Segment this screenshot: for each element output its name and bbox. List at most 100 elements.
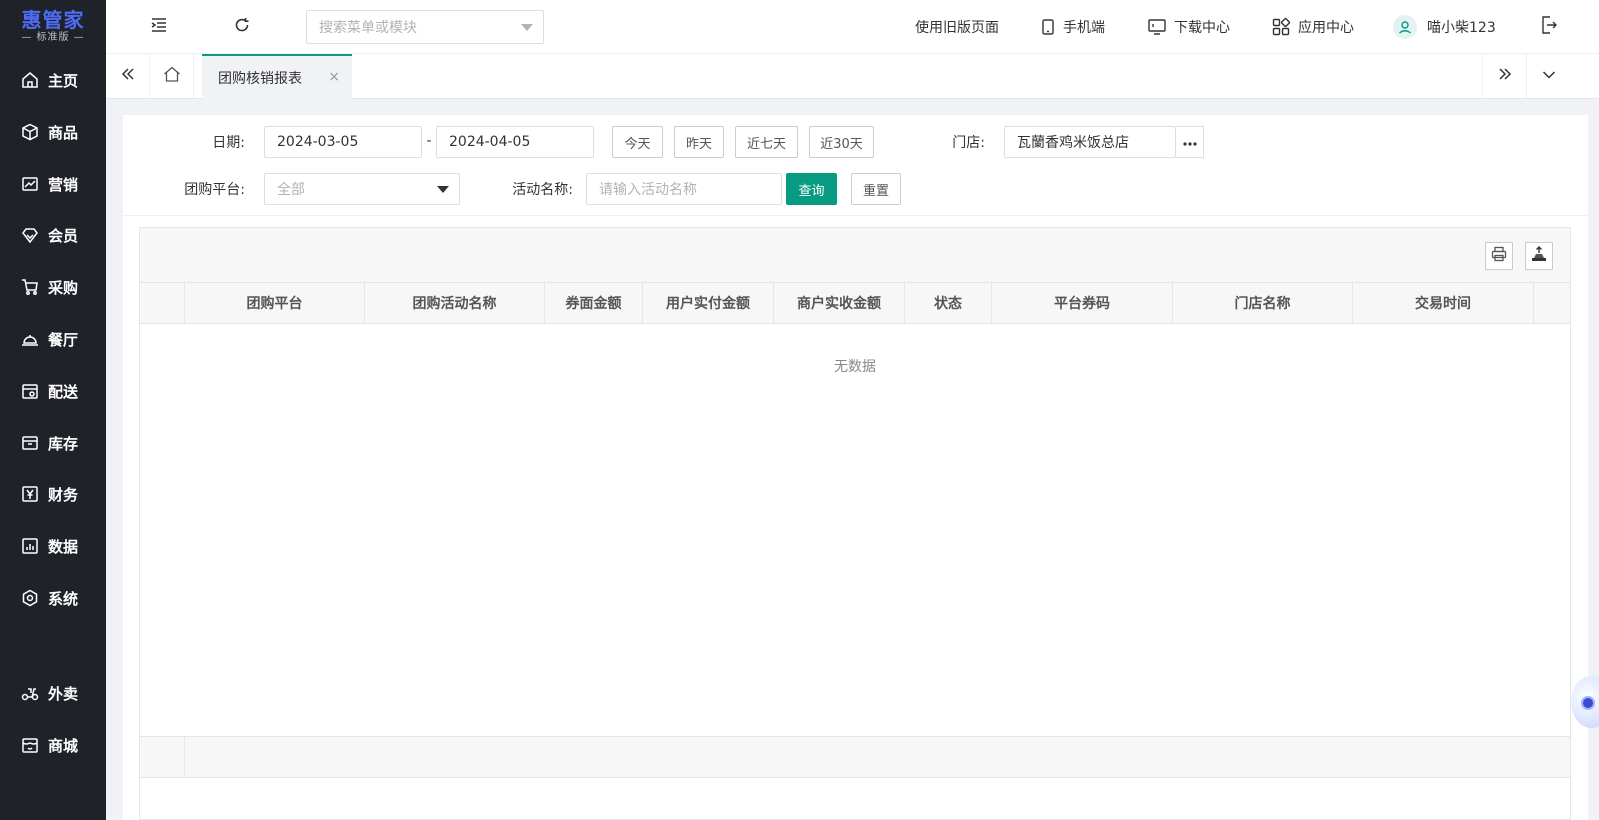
sidebar-item-mall[interactable]: 商城 bbox=[0, 725, 106, 765]
app-center-label: 应用中心 bbox=[1298, 20, 1354, 36]
app-center-link[interactable]: 应用中心 bbox=[1272, 0, 1354, 54]
query-button[interactable]: 查询 bbox=[786, 173, 837, 205]
platform-label: 团购平台: bbox=[184, 182, 245, 198]
sidebar-item-marketing[interactable]: 营销 bbox=[0, 164, 106, 204]
table-header: 团购平台 团购活动名称 券面金额 用户实付金额 商户实收金额 状态 平台券码 门… bbox=[140, 282, 1570, 324]
sidebar-item-inventory[interactable]: 库存 bbox=[0, 423, 106, 463]
logo-subtitle: — 标准版 — bbox=[21, 32, 85, 43]
yesterday-button[interactable]: 昨天 bbox=[674, 126, 724, 158]
mall-shop-icon bbox=[20, 735, 40, 755]
sidebar-item-label: 采购 bbox=[48, 278, 79, 297]
reset-button[interactable]: 重置 bbox=[851, 173, 901, 205]
column-header-face-value[interactable]: 券面金额 bbox=[545, 283, 643, 323]
today-button[interactable]: 今天 bbox=[612, 126, 663, 158]
trend-chart-icon bbox=[20, 174, 40, 194]
column-header-platform[interactable]: 团购平台 bbox=[185, 283, 365, 323]
data-bar-icon bbox=[20, 536, 40, 556]
export-button[interactable] bbox=[1525, 242, 1553, 270]
sidebar-item-data[interactable]: 数据 bbox=[0, 526, 106, 566]
sidebar-item-home[interactable]: 主页 bbox=[0, 60, 106, 100]
column-header-status[interactable]: 状态 bbox=[905, 283, 992, 323]
apps-grid-icon bbox=[1272, 18, 1290, 36]
table-footer bbox=[140, 736, 1570, 778]
user-menu[interactable]: 喵小柴123 bbox=[1393, 0, 1496, 54]
column-header-coupon-code[interactable]: 平台券码 bbox=[992, 283, 1173, 323]
sidebar-item-takeout[interactable]: 外卖 bbox=[0, 673, 106, 713]
close-tab-icon[interactable]: × bbox=[328, 69, 340, 85]
sidebar: 惠管家 — 标准版 — 主页 商品 营销 会员 采购 餐厅 配送 库存 财务 数… bbox=[0, 0, 106, 820]
table-header-checkbox-column bbox=[140, 283, 185, 323]
sidebar-item-purchase[interactable]: 采购 bbox=[0, 267, 106, 307]
sidebar-item-label: 会员 bbox=[48, 226, 79, 245]
tabs-scroll-right-button[interactable] bbox=[1482, 54, 1526, 98]
old-version-label: 使用旧版页面 bbox=[915, 20, 999, 36]
home-tab[interactable] bbox=[150, 54, 194, 98]
logo: 惠管家 — 标准版 — bbox=[0, 0, 106, 50]
app-root: 惠管家 — 标准版 — 主页 商品 营销 会员 采购 餐厅 配送 库存 财务 数… bbox=[0, 0, 1599, 820]
old-version-link[interactable]: 使用旧版页面 bbox=[915, 0, 999, 54]
refresh-button[interactable] bbox=[230, 15, 254, 39]
store-picker-button[interactable] bbox=[1176, 126, 1204, 158]
logout-button[interactable] bbox=[1537, 15, 1561, 39]
column-header-merchant-received[interactable]: 商户实收金额 bbox=[774, 283, 905, 323]
platform-select-value: 全部 bbox=[277, 182, 305, 198]
date-start-input[interactable]: 2024-03-05 bbox=[264, 126, 422, 158]
download-center-link[interactable]: 下载中心 bbox=[1148, 0, 1230, 54]
sidebar-item-label: 餐厅 bbox=[48, 330, 79, 349]
date-separator: - bbox=[426, 133, 432, 149]
mobile-link[interactable]: 手机端 bbox=[1041, 0, 1105, 54]
mobile-phone-icon bbox=[1041, 19, 1055, 35]
monitor-icon bbox=[1148, 19, 1166, 35]
download-center-label: 下载中心 bbox=[1174, 20, 1230, 36]
double-chevron-right-icon bbox=[1498, 68, 1512, 84]
sidebar-item-label: 营销 bbox=[48, 175, 79, 194]
scooter-icon bbox=[20, 683, 40, 703]
sidebar-item-finance[interactable]: 财务 bbox=[0, 474, 106, 514]
store-input[interactable]: 瓦蘭香鸡米饭总店 bbox=[1004, 126, 1176, 158]
dining-bell-icon bbox=[20, 329, 40, 349]
tab-label: 团购核销报表 bbox=[218, 70, 302, 87]
sidebar-item-label: 配送 bbox=[48, 382, 79, 401]
tabs-dropdown-button[interactable] bbox=[1526, 54, 1570, 98]
tabs-scroll-left-button[interactable] bbox=[106, 54, 150, 98]
date-label: 日期: bbox=[212, 135, 245, 151]
activity-label: 活动名称: bbox=[512, 182, 573, 198]
logout-icon bbox=[1541, 16, 1557, 38]
date-end-input[interactable]: 2024-04-05 bbox=[436, 126, 594, 158]
column-header-activity-name[interactable]: 团购活动名称 bbox=[365, 283, 545, 323]
last-30-days-button[interactable]: 近30天 bbox=[809, 126, 874, 158]
sidebar-item-products[interactable]: 商品 bbox=[0, 112, 106, 152]
platform-select[interactable]: 全部 bbox=[264, 173, 460, 205]
column-header-transaction-time[interactable]: 交易时间 bbox=[1353, 283, 1534, 323]
column-header-store-name[interactable]: 门店名称 bbox=[1173, 283, 1353, 323]
store-label: 门店: bbox=[952, 135, 985, 151]
sidebar-item-members[interactable]: 会员 bbox=[0, 215, 106, 255]
caret-down-icon bbox=[437, 186, 449, 193]
activity-name-input[interactable]: 请输入活动名称 bbox=[586, 173, 782, 205]
more-dots-icon bbox=[1182, 134, 1197, 150]
sidebar-item-label: 外卖 bbox=[48, 684, 79, 703]
home-outline-icon bbox=[163, 66, 181, 86]
username: 喵小柴123 bbox=[1427, 20, 1496, 36]
menu-collapse-button[interactable] bbox=[147, 15, 171, 39]
sidebar-item-label: 商城 bbox=[48, 736, 79, 755]
main-content: 日期: 2024-03-05 - 2024-04-05 今天 昨天 近七天 近3… bbox=[106, 99, 1599, 820]
last-7-days-button[interactable]: 近七天 bbox=[735, 126, 798, 158]
sidebar-item-label: 库存 bbox=[48, 434, 79, 453]
tab-group-buy-report[interactable]: 团购核销报表 × bbox=[202, 54, 352, 99]
report-panel: 日期: 2024-03-05 - 2024-04-05 今天 昨天 近七天 近3… bbox=[123, 115, 1588, 820]
column-header-user-paid[interactable]: 用户实付金额 bbox=[643, 283, 774, 323]
sidebar-item-label: 系统 bbox=[48, 589, 79, 608]
cube-icon bbox=[20, 122, 40, 142]
inventory-box-icon bbox=[20, 433, 40, 453]
menu-search-select[interactable]: 搜索菜单或模块 bbox=[306, 10, 544, 44]
table-footer-cell bbox=[140, 737, 185, 777]
home-icon bbox=[20, 70, 40, 90]
sidebar-item-delivery[interactable]: 配送 bbox=[0, 371, 106, 411]
sidebar-item-restaurant[interactable]: 餐厅 bbox=[0, 319, 106, 359]
cart-icon bbox=[20, 277, 40, 297]
sidebar-item-system[interactable]: 系统 bbox=[0, 578, 106, 618]
tab-bar: 团购核销报表 × bbox=[106, 54, 1599, 99]
print-button[interactable] bbox=[1485, 242, 1513, 270]
double-chevron-left-icon bbox=[121, 68, 135, 84]
